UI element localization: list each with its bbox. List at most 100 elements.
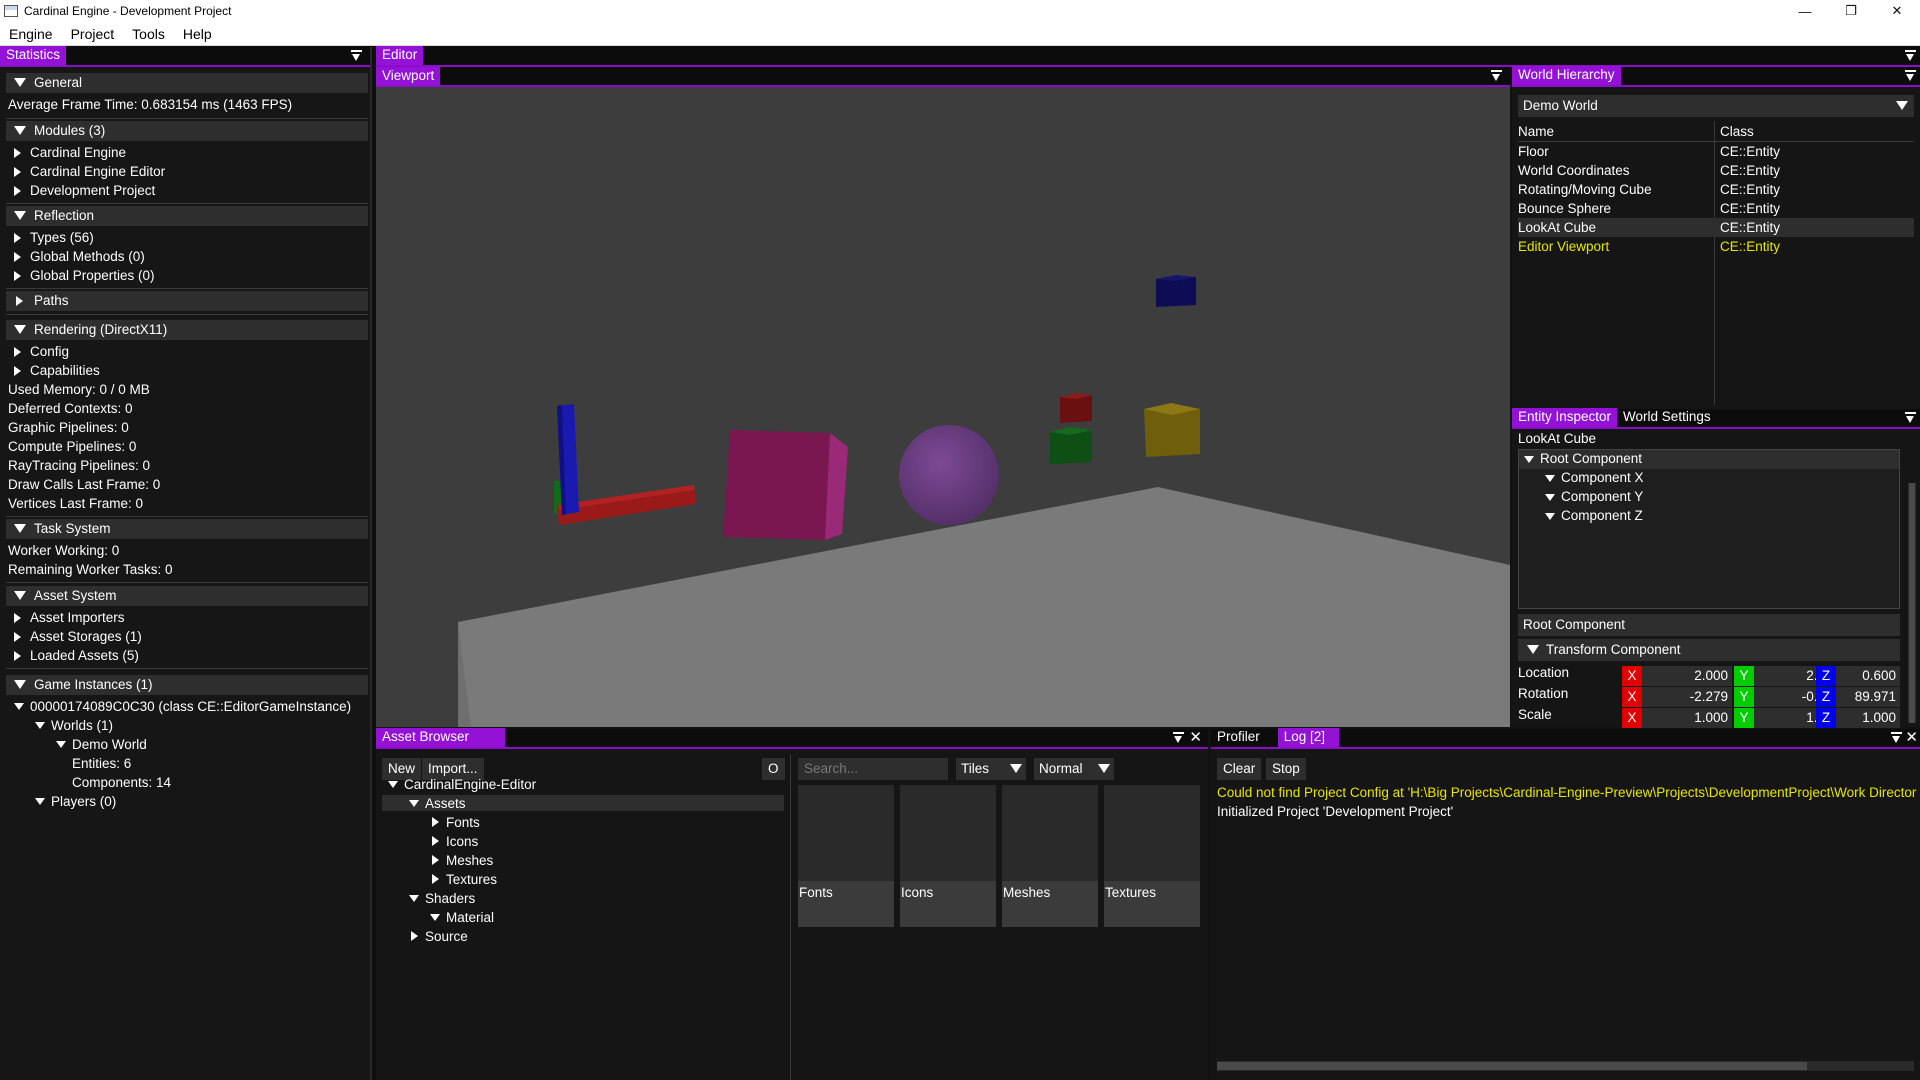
tab-profiler[interactable]: Profiler [1211, 728, 1278, 747]
close-icon[interactable]: ✕ [1189, 730, 1202, 746]
reflection-item[interactable]: Global Methods (0) [30, 249, 145, 267]
rotation-z-field[interactable]: 89.971 [1836, 687, 1900, 707]
panel-menu-icon[interactable] [351, 50, 362, 62]
axis-z-label: Z [1816, 687, 1836, 707]
section-general[interactable]: General [6, 73, 368, 93]
asset-system-item[interactable]: Asset Storages (1) [30, 629, 142, 647]
module-item[interactable]: Cardinal Engine Editor [30, 164, 165, 182]
tab-world-hierarchy[interactable]: World Hierarchy [1512, 66, 1621, 85]
menu-help[interactable]: Help [174, 26, 221, 42]
stop-log-button[interactable]: Stop [1266, 758, 1306, 780]
game-instance-item[interactable]: 00000174089C0C30 (class CE::EditorGameIn… [30, 699, 351, 717]
section-modules[interactable]: Modules (3) [6, 121, 368, 141]
close-button[interactable]: ✕ [1874, 0, 1920, 22]
collapse-icon [14, 126, 26, 135]
log-horizontal-scrollbar[interactable] [1217, 1061, 1914, 1071]
panel-menu-icon[interactable] [1905, 50, 1916, 62]
restore-button[interactable]: ❐ [1828, 0, 1874, 22]
viewport-scene[interactable] [376, 87, 1510, 727]
size-mode-select[interactable]: Normal [1034, 758, 1114, 780]
players-item[interactable]: Players (0) [51, 794, 116, 812]
table-row[interactable]: Floor CE::Entity [1518, 142, 1914, 161]
tree-folder-meshes[interactable]: Meshes [446, 851, 493, 870]
tree-folder-textures[interactable]: Textures [446, 870, 497, 889]
search-input[interactable]: Search... [798, 758, 948, 780]
menu-engine[interactable]: Engine [0, 26, 62, 42]
asset-system-item[interactable]: Loaded Assets (5) [30, 648, 139, 666]
reflection-item[interactable]: Global Properties (0) [30, 268, 155, 286]
world-item[interactable]: Demo World [72, 737, 147, 755]
panel-menu-icon[interactable] [1905, 70, 1916, 82]
location-z-field[interactable]: 0.600 [1836, 666, 1900, 686]
asset-tile-fonts[interactable]: Fonts [798, 785, 894, 927]
tab-statistics[interactable]: Statistics [0, 46, 67, 65]
scale-x-field[interactable]: 1.000 [1642, 708, 1732, 728]
tree-folder-shaders[interactable]: Shaders [425, 889, 475, 908]
tab-entity-inspector[interactable]: Entity Inspector [1512, 408, 1618, 427]
scrollbar-thumb[interactable] [1217, 1062, 1807, 1070]
module-item[interactable]: Cardinal Engine [30, 145, 126, 163]
section-asset-system[interactable]: Asset System [6, 586, 368, 606]
tree-folder-assets[interactable]: Assets [425, 794, 466, 813]
bounce-sphere [899, 425, 999, 525]
panel-menu-icon[interactable] [1173, 732, 1184, 744]
table-row[interactable]: Rotating/Moving Cube CE::Entity [1518, 180, 1914, 199]
tab-world-settings[interactable]: World Settings [1617, 408, 1717, 427]
tab-editor[interactable]: Editor [376, 46, 424, 65]
component-node[interactable]: Component X [1561, 470, 1644, 485]
expand-icon [14, 613, 21, 623]
root-component-field[interactable]: Root Component [1518, 614, 1900, 636]
section-game-instances[interactable]: Game Instances (1) [6, 675, 368, 695]
table-row[interactable]: Editor Viewport CE::Entity [1518, 237, 1914, 256]
tree-folder-source[interactable]: Source [425, 927, 468, 946]
panel-menu-icon[interactable] [1905, 412, 1916, 424]
module-item[interactable]: Development Project [30, 183, 155, 201]
component-node[interactable]: Component Z [1561, 508, 1643, 523]
tab-viewport[interactable]: Viewport [376, 67, 441, 86]
table-row[interactable]: World Coordinates CE::Entity [1518, 161, 1914, 180]
tab-asset-browser[interactable]: Asset Browser [376, 728, 506, 747]
clear-log-button[interactable]: Clear [1217, 758, 1262, 780]
options-button[interactable]: O [762, 758, 785, 780]
worlds-item[interactable]: Worlds (1) [51, 718, 113, 736]
reflection-item[interactable]: Types (56) [30, 230, 94, 248]
tree-folder-icons[interactable]: Icons [446, 832, 478, 851]
transform-component-header[interactable]: Transform Component [1518, 639, 1900, 661]
asset-tile-meshes[interactable]: Meshes [1002, 785, 1098, 927]
scale-z-field[interactable]: 1.000 [1836, 708, 1900, 728]
menu-project[interactable]: Project [62, 26, 124, 42]
entity-name-label: LookAt Cube [1518, 431, 1597, 446]
rendering-item[interactable]: Config [30, 344, 69, 362]
tree-root[interactable]: CardinalEngine-Editor [404, 775, 536, 794]
location-x-field[interactable]: 2.000 [1642, 666, 1732, 686]
close-icon[interactable]: ✕ [1905, 730, 1918, 746]
scrollbar-thumb[interactable] [1909, 483, 1915, 723]
app-icon [4, 5, 18, 17]
inspector-scrollbar[interactable] [1908, 483, 1916, 723]
splitter[interactable] [790, 755, 791, 1080]
table-row[interactable]: Bounce Sphere CE::Entity [1518, 199, 1914, 218]
section-task-system[interactable]: Task System [6, 519, 368, 539]
asset-tile-icons[interactable]: Icons [900, 785, 996, 927]
tree-folder-material[interactable]: Material [446, 908, 494, 927]
section-reflection[interactable]: Reflection [6, 206, 368, 226]
rotation-x-field[interactable]: -2.279 [1642, 687, 1732, 707]
tree-row-selected[interactable]: Root Component [1519, 450, 1899, 469]
section-paths[interactable]: Paths [6, 291, 368, 311]
panel-menu-icon[interactable] [1491, 70, 1502, 82]
component-node[interactable]: Component Y [1561, 489, 1643, 504]
view-mode-select[interactable]: Tiles [956, 758, 1026, 780]
rendering-item[interactable]: Capabilities [30, 363, 100, 381]
world-select[interactable]: Demo World [1518, 95, 1914, 117]
minimize-button[interactable]: — [1782, 0, 1828, 22]
table-row-selected[interactable]: LookAt Cube CE::Entity [1518, 218, 1914, 237]
collapse-icon [14, 78, 26, 87]
asset-system-item[interactable]: Asset Importers [30, 610, 125, 628]
tab-log[interactable]: Log [2] [1277, 728, 1340, 747]
expand-icon [14, 252, 21, 262]
section-rendering[interactable]: Rendering (DirectX11) [6, 320, 368, 340]
asset-tile-textures[interactable]: Textures [1104, 785, 1200, 927]
menu-tools[interactable]: Tools [123, 26, 174, 42]
tree-folder-fonts[interactable]: Fonts [446, 813, 480, 832]
panel-menu-icon[interactable] [1891, 732, 1902, 744]
